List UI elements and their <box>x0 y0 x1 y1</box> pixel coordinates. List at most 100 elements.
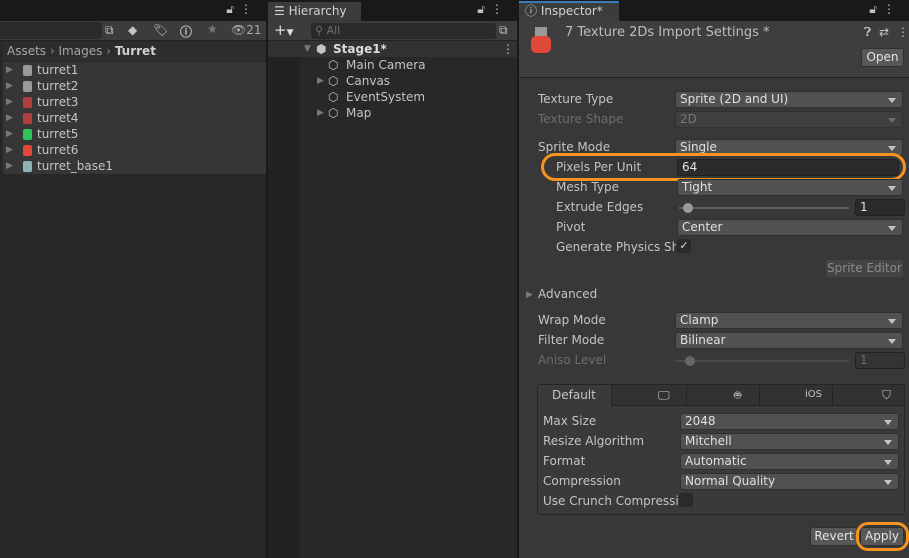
gameobject-cube-icon: ⬡ <box>328 74 339 88</box>
android-icon[interactable]: 🤖︎ <box>734 387 741 404</box>
compression-dropdown[interactable]: Normal Quality <box>680 473 899 490</box>
extrude-slider[interactable] <box>679 207 849 209</box>
sprite-mode-label: Sprite Mode <box>538 140 611 154</box>
crunch-checkbox[interactable] <box>679 493 693 507</box>
expand-arrow-icon[interactable]: ▶ <box>6 142 13 158</box>
sprite-icon <box>23 97 32 108</box>
wrap-mode-label: Wrap Mode <box>538 313 606 327</box>
asset-label: turret6 <box>37 143 79 157</box>
sprite-icon <box>23 113 32 124</box>
expand-arrow-icon[interactable]: ▶ <box>6 94 13 110</box>
wrap-mode-dropdown[interactable]: Clamp <box>675 312 903 329</box>
open-in-window-icon[interactable]: ⧉ <box>105 23 114 38</box>
scene-row[interactable]: ▼ ⬢ Stage1* ⋮ <box>268 41 517 57</box>
lock-icon[interactable]: 🔓︎⋮ <box>869 2 901 17</box>
hierarchy-search-input[interactable]: ⚲ All <box>311 23 496 39</box>
aniso-slider <box>675 360 849 362</box>
advanced-expand-icon[interactable]: ▶ <box>526 290 533 300</box>
scene-menu-icon[interactable]: ⋮ <box>502 41 514 57</box>
hierarchy-item-label: Map <box>346 106 372 120</box>
expand-arrow-icon[interactable]: ▶ <box>317 73 324 89</box>
advanced-foldout[interactable]: Advanced <box>538 287 597 301</box>
sprite-icon <box>23 145 32 156</box>
asset-item[interactable]: ▶ turret6 <box>3 142 266 158</box>
hierarchy-panel: ☰ Hierarchy 🔓︎⋮ +▼ ⚲ All ⧉ ▼ ⬢ Stage1* ⋮… <box>268 0 517 558</box>
tab-inspector[interactable]: ⓘ Inspector* <box>519 1 619 21</box>
asset-item[interactable]: ▶ turret4 <box>3 110 266 126</box>
apply-highlight <box>856 522 909 551</box>
lock-icon[interactable]: 🔓︎⋮ <box>477 2 509 17</box>
texture-type-dropdown[interactable]: Sprite (2D and UI) <box>675 91 903 108</box>
mesh-type-dropdown[interactable]: Tight <box>677 179 903 196</box>
hierarchy-item-label: Main Camera <box>346 58 426 72</box>
more-menu-icon[interactable]: ⋮ <box>897 25 909 39</box>
project-toolbar: ⧉ ◆ 🏷︎ ⓘ ★ 👁︎21 <box>0 21 266 41</box>
mesh-type-label: Mesh Type <box>556 180 619 194</box>
format-dropdown[interactable]: Automatic <box>680 453 899 470</box>
asset-item[interactable]: ▶ turret3 <box>3 94 266 110</box>
physics-shape-checkbox[interactable]: ✓ <box>677 239 691 253</box>
sprite-editor-button[interactable]: Sprite Editor <box>825 259 904 278</box>
expand-arrow-icon[interactable]: ▶ <box>6 78 13 94</box>
hierarchy-list: ⬡ Main Camera ▶ ⬡ Canvas ⬡ EventSystem ▶ ⬡ Map <box>300 57 517 558</box>
asset-item[interactable]: ▶ turret2 <box>3 78 266 94</box>
hierarchy-item[interactable]: ▶ ⬡ Map <box>300 105 517 121</box>
hierarchy-item[interactable]: ⬡ Main Camera <box>300 57 517 73</box>
webgl-icon[interactable]: ⛉ <box>882 388 891 403</box>
pivot-label: Pivot <box>556 220 586 234</box>
create-button[interactable]: +▼ <box>274 21 294 39</box>
asset-item[interactable]: ▶ turret_base1 <box>3 158 266 174</box>
list-icon: ☰ <box>274 4 289 18</box>
log-types-icon[interactable]: ⓘ <box>180 23 192 40</box>
breadcrumb-images[interactable]: Images <box>59 44 103 58</box>
expand-arrow-icon[interactable]: ▶ <box>6 158 13 174</box>
filter-mode-dropdown[interactable]: Bilinear <box>675 332 903 349</box>
breadcrumb: Assets › Images › Turret <box>3 42 266 61</box>
expand-arrow-icon[interactable]: ▶ <box>6 62 13 78</box>
sprite-icon <box>23 81 32 92</box>
asset-item[interactable]: ▶ turret5 <box>3 126 266 142</box>
hierarchy-item[interactable]: ▶ ⬡ Canvas <box>300 73 517 89</box>
filter-mode-label: Filter Mode <box>538 333 605 347</box>
expand-arrow-icon[interactable]: ▶ <box>6 110 13 126</box>
tab-divider <box>686 385 687 406</box>
turret-thumbnail-icon <box>529 27 553 57</box>
standalone-icon[interactable]: 🖵︎ <box>658 388 670 403</box>
physics-shape-label: Generate Physics Shape <box>556 240 676 254</box>
resize-algorithm-label: Resize Algorithm <box>543 434 645 448</box>
breadcrumb-assets[interactable]: Assets <box>7 44 46 58</box>
tab-ios[interactable]: iOS <box>805 389 822 400</box>
search-icon: ⚲ <box>315 24 327 37</box>
collapse-arrow-icon[interactable]: ▼ <box>304 41 311 57</box>
expand-arrow-icon[interactable]: ▶ <box>317 105 324 121</box>
tab-hierarchy[interactable]: ☰ Hierarchy <box>268 2 361 21</box>
extrude-input[interactable]: 1 <box>855 199 905 216</box>
max-size-dropdown[interactable]: 2048 <box>680 413 899 430</box>
search-by-type-icon[interactable]: ◆ <box>128 23 137 37</box>
hierarchy-item-label: EventSystem <box>346 90 426 104</box>
lock-icon[interactable]: 🔓︎⋮ <box>226 2 258 17</box>
texture-type-label: Texture Type <box>538 92 614 106</box>
aniso-input: 1 <box>855 352 905 369</box>
texture-shape-dropdown: 2D <box>675 111 903 128</box>
pivot-dropdown[interactable]: Center <box>677 219 903 236</box>
revert-button[interactable]: Revert <box>810 527 858 546</box>
presets-icon[interactable]: ⇄ <box>879 25 889 39</box>
open-in-window-icon[interactable]: ⧉ <box>499 23 508 38</box>
asset-list: ▶ turret1 ▶ turret2 ▶ turret3 ▶ turret4 ▶ turret5… <box>3 62 266 174</box>
sprite-icon <box>23 65 32 76</box>
tab-default[interactable]: Default <box>552 388 596 402</box>
asset-item[interactable]: ▶ turret1 <box>3 62 266 78</box>
favorites-star-icon[interactable]: ★ <box>207 22 218 36</box>
extrude-label: Extrude Edges <box>556 200 644 214</box>
extrude-slider-handle[interactable] <box>683 203 693 213</box>
hierarchy-item[interactable]: ⬡ EventSystem <box>300 89 517 105</box>
search-by-label-icon[interactable]: 🏷︎ <box>153 23 168 37</box>
project-search-input[interactable] <box>0 22 102 39</box>
sprite-icon <box>23 129 32 140</box>
hidden-packages-toggle[interactable]: 👁︎21 <box>231 23 262 37</box>
open-button[interactable]: Open <box>861 48 904 67</box>
help-icon[interactable]: ❓︎ <box>864 25 871 40</box>
expand-arrow-icon[interactable]: ▶ <box>6 126 13 142</box>
resize-algorithm-dropdown[interactable]: Mitchell <box>680 433 899 450</box>
